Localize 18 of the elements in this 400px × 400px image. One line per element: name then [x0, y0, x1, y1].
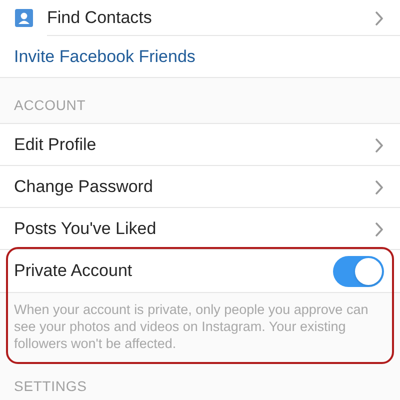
contact-icon — [14, 8, 34, 28]
menu-row[interactable]: Change Password — [0, 166, 400, 208]
section-header: ACCOUNT — [14, 96, 86, 115]
chevron-icon — [375, 138, 384, 152]
row-label: Edit Profile — [14, 134, 98, 156]
menu-row[interactable]: Edit Profile — [0, 124, 400, 166]
row-label: Private Account — [14, 260, 134, 282]
description-text: When your account is private, only people you approve can see your photos and videos on Instagram. Your existing followers won't be affected. — [13, 301, 370, 353]
row-label: Change Password — [14, 176, 154, 198]
row-label: Posts You've Liked — [14, 218, 158, 240]
toggle-switch[interactable] — [333, 256, 384, 286]
menu-row[interactable]: Find Contacts — [0, 0, 400, 36]
chevron-icon — [375, 10, 384, 26]
row-label: Find Contacts — [47, 7, 153, 30]
chevron-icon — [375, 222, 384, 236]
menu-row[interactable]: Posts You've Liked — [0, 208, 400, 250]
section-header: SETTINGS — [14, 377, 87, 396]
chevron-icon — [375, 180, 384, 194]
